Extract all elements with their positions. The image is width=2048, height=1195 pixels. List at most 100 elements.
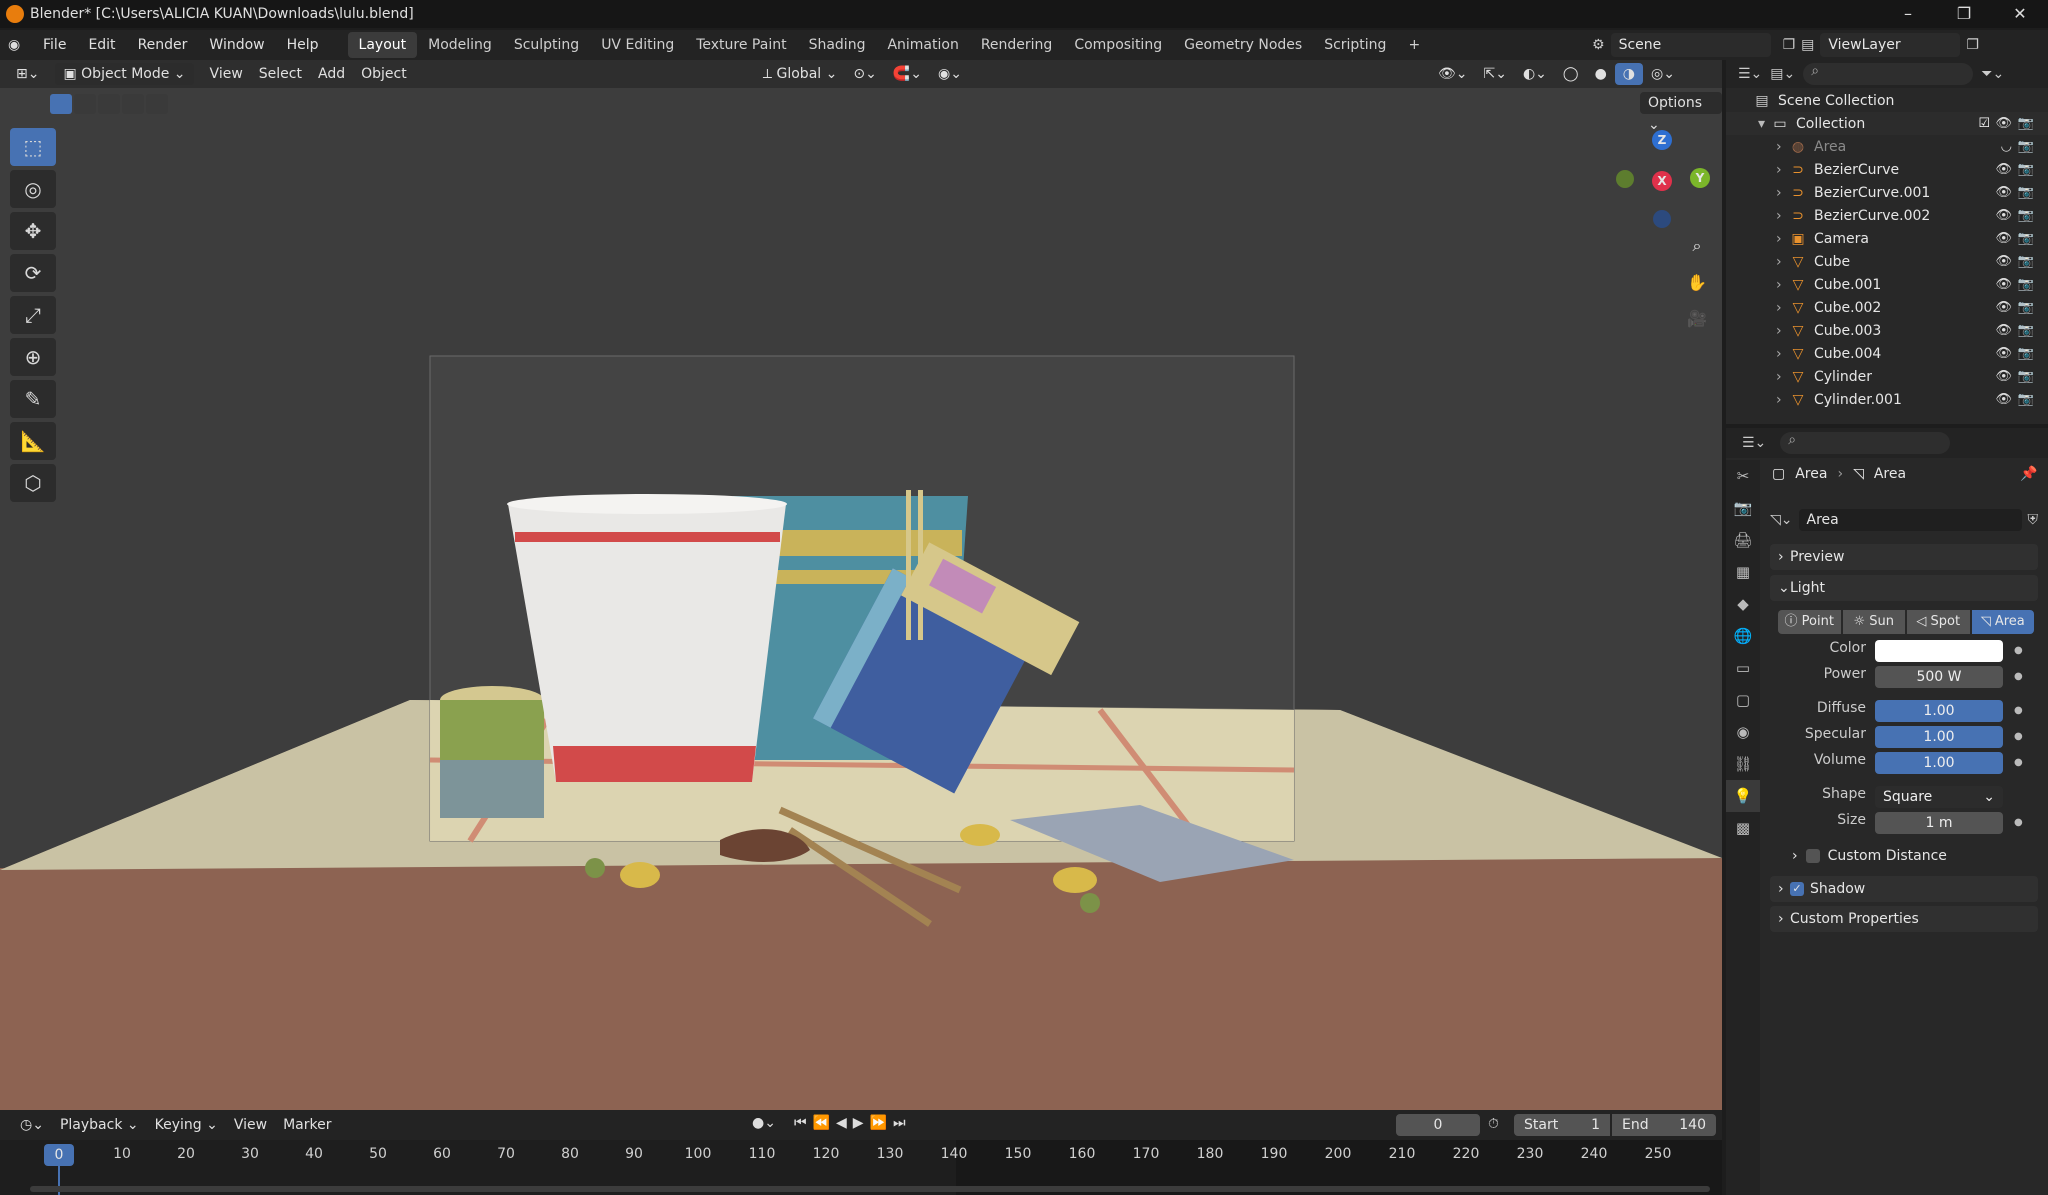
menu-playback[interactable]: Playback ⌄ xyxy=(52,1114,147,1136)
current-frame-field[interactable]: 0 xyxy=(1396,1114,1480,1136)
editor-type-icon[interactable]: ⊞⌄ xyxy=(8,63,47,85)
keyframe-dot-icon[interactable]: ● xyxy=(2014,731,2023,742)
menu-add[interactable]: Add xyxy=(310,63,353,85)
menu-render[interactable]: Render xyxy=(127,30,199,60)
chevron-right-icon[interactable]: › xyxy=(1776,254,1790,270)
select-extend-icon[interactable] xyxy=(74,94,96,114)
proportional-edit-icon[interactable]: ◉⌄ xyxy=(930,63,970,85)
chevron-right-icon[interactable]: › xyxy=(1776,300,1790,316)
shadow-panel-header[interactable]: › ✓ Shadow xyxy=(1770,876,2038,902)
outliner-item[interactable]: › ⊃ BezierCurve.001 👁 📷 xyxy=(1726,181,2048,204)
transform-tool[interactable]: ⊕ xyxy=(10,338,56,376)
custom-distance-checkbox[interactable] xyxy=(1805,849,1820,863)
annotate-tool[interactable]: ✎ xyxy=(10,380,56,418)
end-frame-field[interactable]: End 140 xyxy=(1612,1114,1716,1136)
tab-uv-editing[interactable]: UV Editing xyxy=(590,32,685,58)
eye-icon[interactable]: 👁 xyxy=(1995,346,2012,361)
constraints-tab-icon[interactable]: ⛓ xyxy=(1726,748,1760,780)
chevron-right-icon[interactable]: › xyxy=(1776,231,1790,247)
mode-dropdown[interactable]: ▣ Object Mode ⌄ xyxy=(55,63,194,85)
camera-render-icon[interactable]: 📷 xyxy=(2018,392,2034,407)
power-field[interactable]: 500 W xyxy=(1875,666,2003,688)
outliner-item[interactable]: › ◍ Area ◡ 📷 xyxy=(1726,135,2048,158)
gizmo-y-axis[interactable]: Y xyxy=(1690,168,1710,188)
camera-render-icon[interactable]: 📷 xyxy=(2018,277,2034,292)
keyframe-dot-icon[interactable]: ● xyxy=(2014,817,2023,828)
viewlayer-field[interactable]: ViewLayer xyxy=(1820,33,1961,57)
select-intersect-icon[interactable] xyxy=(146,94,168,114)
physics-tab-icon[interactable]: ◉ xyxy=(1726,716,1760,748)
move-tool[interactable]: ✥ xyxy=(10,212,56,250)
eye-icon[interactable]: 👁 xyxy=(1995,277,2012,292)
menu-file[interactable]: File xyxy=(32,30,77,60)
overlay-icon[interactable]: ◐⌄ xyxy=(1515,63,1555,85)
menu-marker[interactable]: Marker xyxy=(275,1114,339,1136)
menu-view[interactable]: View xyxy=(202,63,251,85)
outliner-item[interactable]: › ▽ Cube.002 👁 📷 xyxy=(1726,296,2048,319)
menu-window[interactable]: Window xyxy=(198,30,275,60)
outliner-item[interactable]: › ▽ Cube.004 👁 📷 xyxy=(1726,342,2048,365)
light-type-area[interactable]: ◹ Area xyxy=(1971,610,2034,634)
playhead-frame-label[interactable]: 0 xyxy=(44,1144,74,1166)
keyframe-dot-icon[interactable]: ● xyxy=(2014,671,2023,682)
outliner-item[interactable]: › ▣ Camera 👁 📷 xyxy=(1726,227,2048,250)
outliner-item[interactable]: › ▽ Cube 👁 📷 xyxy=(1726,250,2048,273)
output-tab-icon[interactable]: 🖨 xyxy=(1726,524,1760,556)
camera-render-icon[interactable]: 📷 xyxy=(2018,254,2034,269)
timeline-scrollbar[interactable] xyxy=(30,1186,1710,1192)
tab-geometry-nodes[interactable]: Geometry Nodes xyxy=(1173,32,1313,58)
new-scene-icon[interactable]: ❐ xyxy=(1783,37,1796,53)
pin-icon[interactable]: 📌 xyxy=(2020,466,2037,482)
select-invert-icon[interactable] xyxy=(122,94,144,114)
visibility-icon[interactable]: 👁⌄ xyxy=(1430,63,1476,85)
record-icon[interactable]: ●⌄ xyxy=(752,1115,776,1131)
tab-shading[interactable]: Shading xyxy=(798,32,877,58)
filter-icon[interactable]: ⏷⌄ xyxy=(1981,66,2004,82)
chevron-down-icon[interactable]: ▾ xyxy=(1758,116,1772,132)
shape-dropdown[interactable]: Square ⌄ xyxy=(1875,786,2003,808)
gizmo-x-axis[interactable]: X xyxy=(1652,171,1672,191)
camera-render-icon[interactable]: 📷 xyxy=(2018,300,2034,315)
eye-closed-icon[interactable]: ◡ xyxy=(2001,139,2012,154)
shading-rendered-icon[interactable]: ◎⌄ xyxy=(1643,63,1683,85)
scene-collection-row[interactable]: ▤ Scene Collection xyxy=(1726,89,2048,112)
play-icon[interactable]: ▶ xyxy=(853,1115,864,1131)
camera-render-icon[interactable]: 📷 xyxy=(2018,208,2034,223)
shading-solid-icon[interactable]: ● xyxy=(1587,63,1615,85)
volume-slider[interactable]: 1.00 xyxy=(1875,752,2003,774)
chevron-right-icon[interactable]: › xyxy=(1776,323,1790,339)
shadow-checkbox[interactable]: ✓ xyxy=(1790,882,1804,896)
blender-menu-icon[interactable]: ◉ xyxy=(8,37,32,53)
menu-keying[interactable]: Keying ⌄ xyxy=(147,1114,226,1136)
scale-tool[interactable]: ⤢ xyxy=(10,296,56,334)
properties-editor-icon[interactable]: ☰⌄ xyxy=(1742,435,1766,451)
gizmo-toggle-icon[interactable]: ⇱⌄ xyxy=(1475,63,1514,85)
orientation-dropdown[interactable]: ⟂ Global ⌄ xyxy=(755,63,846,85)
outliner-item[interactable]: › ▽ Cylinder.001 👁 📷 xyxy=(1726,388,2048,411)
outliner-search[interactable]: ⌕ xyxy=(1803,63,1974,85)
outliner-item[interactable]: › ⊃ BezierCurve 👁 📷 xyxy=(1726,158,2048,181)
camera-view-icon[interactable]: 🎥 xyxy=(1681,302,1713,334)
menu-help[interactable]: Help xyxy=(276,30,330,60)
fake-user-shield-icon[interactable]: ⛨ xyxy=(2028,512,2039,528)
collection-row[interactable]: ▾ ▭ Collection ☑ 👁 📷 xyxy=(1726,112,2048,135)
light-data-tab-icon[interactable]: 💡 xyxy=(1726,780,1760,812)
view-layer-tab-icon[interactable]: ▦ xyxy=(1726,556,1760,588)
tab-layout[interactable]: Layout xyxy=(347,32,418,58)
custom-distance-subpanel[interactable]: › Custom Distance xyxy=(1792,848,1947,864)
specular-slider[interactable]: 1.00 xyxy=(1875,726,2003,748)
3d-viewport[interactable]: ⬚ ◎ ✥ ⟳ ⤢ ⊕ ✎ 📐 ⬡ Z X Y ⌕ ✋ 🎥 Options ⌄ xyxy=(0,60,1722,1110)
gizmo-neg-z[interactable] xyxy=(1653,210,1671,228)
outliner-item[interactable]: › ▽ Cube.001 👁 📷 xyxy=(1726,273,2048,296)
eye-icon[interactable]: 👁 xyxy=(1995,162,2012,177)
start-frame-field[interactable]: Start 1 xyxy=(1514,1114,1610,1136)
collection-tab-icon[interactable]: ▭ xyxy=(1726,652,1760,684)
chevron-right-icon[interactable]: › xyxy=(1776,277,1790,293)
chevron-right-icon[interactable]: › xyxy=(1776,369,1790,385)
new-viewlayer-icon[interactable]: ❐ xyxy=(1966,37,1979,53)
camera-render-icon[interactable]: 📷 xyxy=(2018,369,2034,384)
tab-rendering[interactable]: Rendering xyxy=(970,32,1064,58)
outliner-editor-icon[interactable]: ☰⌄ xyxy=(1738,66,1762,82)
outliner-item[interactable]: › ▽ Cylinder 👁 📷 xyxy=(1726,365,2048,388)
color-swatch[interactable] xyxy=(1875,640,2003,662)
